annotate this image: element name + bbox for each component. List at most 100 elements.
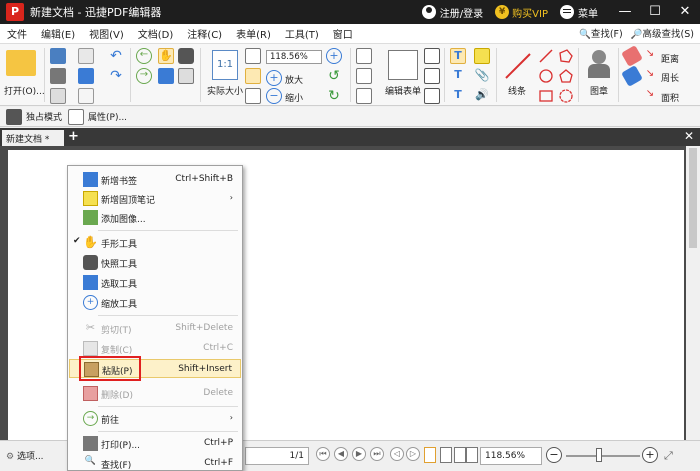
polygon-icon[interactable] (558, 48, 574, 64)
status-zoom-select[interactable]: 118.56% (480, 447, 542, 465)
menu-item-print[interactable]: 打印(P)... Ctrl+P (69, 434, 241, 453)
document-tab[interactable]: 新建文档 * (2, 130, 64, 146)
page-extract-icon[interactable] (356, 68, 372, 84)
undo-icon[interactable]: ↶ (108, 48, 124, 64)
open-label[interactable]: 打开(O)... (4, 84, 45, 97)
camera-icon[interactable] (178, 48, 194, 64)
menu-icon[interactable] (560, 5, 574, 19)
rectangle-icon[interactable] (538, 88, 554, 104)
pencil-icon[interactable] (538, 48, 554, 64)
eraser-icon[interactable] (621, 65, 643, 87)
fit-visible-icon[interactable] (245, 88, 261, 104)
edit-form-label[interactable]: 编辑表单 (385, 84, 421, 97)
maximize-button[interactable]: ☐ (640, 0, 670, 24)
menu-window[interactable]: 窗口 (326, 26, 360, 41)
select-text-icon[interactable] (158, 68, 174, 84)
next-view-icon[interactable]: ▷ (406, 447, 420, 461)
line-tool-icon[interactable] (504, 52, 532, 80)
user-icon[interactable] (421, 5, 436, 19)
print-icon[interactable] (50, 68, 66, 84)
checkbox-field-icon[interactable] (424, 68, 440, 84)
perimeter-label[interactable]: 周长 (661, 71, 679, 84)
fullscreen-icon[interactable]: ⤢ (664, 449, 673, 463)
highlight-pen-icon[interactable] (621, 45, 643, 67)
status-zoom-out-icon[interactable]: − (546, 447, 562, 463)
stamp-label[interactable]: 图章 (590, 84, 608, 97)
page-number-field[interactable]: 1/1 (245, 447, 309, 465)
fit-page-icon[interactable] (245, 48, 261, 64)
main-menu-button[interactable]: 菜单 (578, 5, 598, 20)
area-label[interactable]: 面积 (661, 91, 679, 104)
edit-form-icon[interactable] (388, 50, 418, 80)
text-field-icon[interactable] (424, 48, 440, 64)
menu-tools[interactable]: 工具(T) (278, 26, 326, 41)
menu-document[interactable]: 文档(D) (131, 26, 181, 41)
menu-item-add-image[interactable]: 添加图像... (69, 208, 241, 227)
rotate-right-icon[interactable]: ↻ (326, 88, 342, 104)
lines-label[interactable]: 线条 (508, 84, 526, 97)
list-field-icon[interactable] (424, 88, 440, 104)
cloud-icon[interactable] (78, 68, 94, 84)
menu-comment[interactable]: 注释(C) (180, 26, 229, 41)
menu-edit[interactable]: 编辑(E) (34, 26, 82, 41)
stamp-icon[interactable] (586, 50, 612, 80)
two-page-continuous-icon[interactable] (466, 447, 478, 463)
scrollbar-thumb[interactable] (689, 148, 697, 248)
vip-coin-icon[interactable]: ¥ (495, 5, 510, 19)
next-page-icon[interactable]: ▶ (352, 447, 366, 461)
zoom-out-label[interactable]: 缩小 (285, 91, 303, 104)
save-icon[interactable] (50, 48, 66, 64)
continuous-page-icon[interactable] (440, 447, 452, 463)
new-doc-icon[interactable] (78, 88, 94, 104)
select-area-icon[interactable] (178, 68, 194, 84)
distance-label[interactable]: 距离 (661, 52, 679, 65)
menu-form[interactable]: 表单(R) (229, 26, 278, 41)
hand-tool-icon[interactable]: ✋ (158, 48, 174, 64)
prev-page-icon[interactable]: ◀ (334, 447, 348, 461)
menu-item-add-bookmark[interactable]: 新增书签 Ctrl+Shift+B (69, 170, 241, 189)
sticky-note-icon[interactable] (474, 48, 490, 64)
close-window-button[interactable]: ✕ (670, 0, 700, 24)
advanced-find-button[interactable]: 🔎高级查找(S) (631, 26, 694, 40)
menu-item-snapshot-tool[interactable]: 快照工具 (69, 253, 241, 272)
add-tab-button[interactable]: + (68, 129, 79, 144)
strikeout-icon[interactable]: T (450, 68, 466, 84)
page-insert-icon[interactable] (356, 48, 372, 64)
attachment-icon[interactable]: 📎 (474, 68, 490, 84)
menu-item-add-sticky-note[interactable]: 新增固顶笔记 › (69, 189, 241, 208)
zoom-in-icon[interactable]: + (266, 70, 282, 86)
menu-item-delete[interactable]: 删除(D) Delete (69, 384, 241, 403)
exclusive-mode-button[interactable]: 独占模式 (6, 108, 62, 125)
options-button[interactable]: ⚙ 选项... (6, 449, 44, 462)
buy-vip-link[interactable]: 购买VIP (512, 5, 548, 20)
menu-file[interactable]: 文件 (0, 26, 34, 41)
area-icon[interactable]: ↘ (642, 88, 658, 104)
perimeter-icon[interactable]: ↘ (642, 68, 658, 84)
last-page-icon[interactable]: ⏭ (370, 447, 384, 461)
rotate-left-icon[interactable]: ↺ (326, 68, 342, 84)
typewriter-icon[interactable]: T (450, 48, 466, 64)
ellipse-icon[interactable] (538, 68, 554, 84)
email-icon[interactable] (78, 48, 94, 64)
menu-view[interactable]: 视图(V) (82, 26, 131, 41)
menu-item-goto[interactable]: → 前往 › (69, 409, 241, 428)
distance-icon[interactable]: ↘ (642, 48, 658, 64)
forward-icon[interactable]: → (136, 68, 152, 84)
back-icon[interactable]: ← (136, 48, 152, 64)
zoom-select[interactable]: 118.56% (266, 50, 322, 64)
zoom-in-label[interactable]: 放大 (285, 73, 303, 86)
page-add-icon[interactable] (356, 88, 372, 104)
status-zoom-in-icon[interactable]: + (642, 447, 658, 463)
properties-button[interactable]: 属性(P)... (68, 108, 127, 125)
zoom-slider-track[interactable] (566, 455, 640, 457)
menu-item-hand-tool[interactable]: ✔ ✋ 手形工具 (69, 233, 241, 252)
menu-item-find[interactable]: 🔍 查找(F) Ctrl+F (69, 454, 241, 471)
underline-icon[interactable]: T (450, 88, 466, 104)
actual-size-label[interactable]: 实际大小 (207, 84, 243, 97)
prev-view-icon[interactable]: ◁ (390, 447, 404, 461)
open-folder-icon[interactable] (6, 50, 36, 76)
zoom-tool-icon[interactable]: + (326, 48, 342, 64)
minimize-button[interactable]: — (610, 0, 640, 24)
menu-item-select-tool[interactable]: 选取工具 (69, 273, 241, 292)
menu-item-zoom-tool[interactable]: + 缩放工具 (69, 293, 241, 312)
